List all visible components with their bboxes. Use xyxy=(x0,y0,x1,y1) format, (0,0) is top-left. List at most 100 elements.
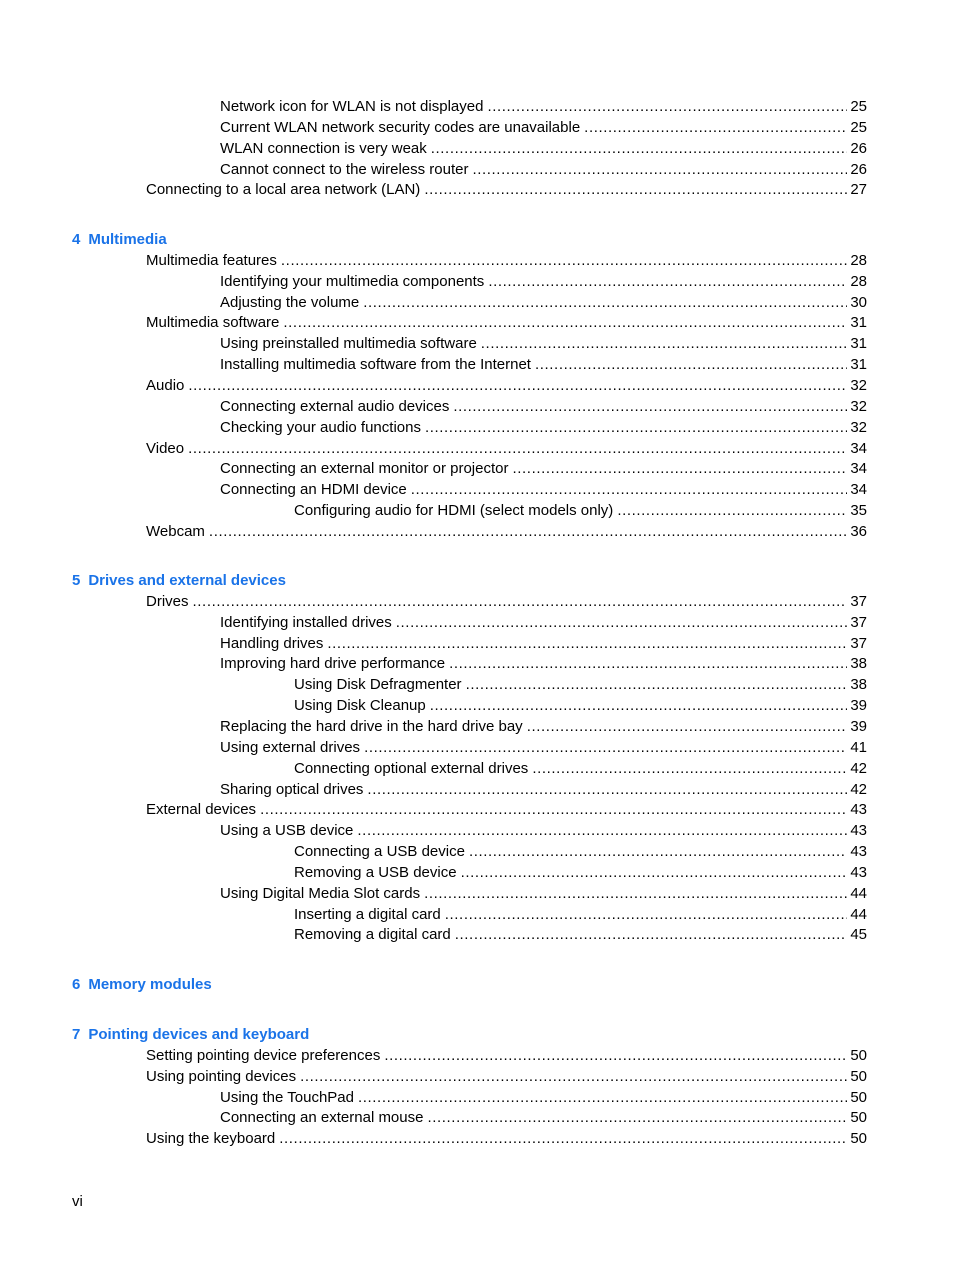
toc-entry[interactable]: Removing a USB device 43 xyxy=(294,862,867,883)
toc-entry[interactable]: Configuring audio for HDMI (select model… xyxy=(294,500,867,521)
dot-leader xyxy=(300,1066,847,1087)
chapter-heading[interactable]: 7 Pointing devices and keyboard xyxy=(72,1024,309,1045)
toc-entry[interactable]: Current WLAN network security codes are … xyxy=(220,117,867,138)
dot-leader xyxy=(209,521,847,542)
toc-entry-page: 43 xyxy=(850,863,867,881)
toc-entry[interactable]: Using Digital Media Slot cards 44 xyxy=(220,883,867,904)
toc-entry[interactable]: External devices 43 xyxy=(146,799,867,820)
toc-entry-page: 50 xyxy=(850,1046,867,1064)
toc-entry-title: Using preinstalled multimedia software xyxy=(220,335,477,353)
toc-entry-title: Removing a digital card xyxy=(294,926,451,944)
toc-entry[interactable]: Connecting a USB device 43 xyxy=(294,841,867,862)
toc-entry-page: 50 xyxy=(850,1109,867,1127)
dot-leader xyxy=(260,799,847,820)
toc-entry[interactable]: Connecting an HDMI device 34 xyxy=(220,479,867,500)
toc-entry[interactable]: Using Disk Defragmenter 38 xyxy=(294,674,867,695)
dot-leader xyxy=(384,1045,847,1066)
page-number: vi xyxy=(72,1193,83,1210)
toc-entry[interactable]: Adjusting the volume 30 xyxy=(220,292,867,313)
toc-entry[interactable]: Using preinstalled multimedia software 31 xyxy=(220,333,867,354)
toc-entry[interactable]: Handling drives 37 xyxy=(220,633,867,654)
dot-leader xyxy=(469,841,847,862)
dot-leader xyxy=(481,333,848,354)
toc-entry[interactable]: WLAN connection is very weak 26 xyxy=(220,138,867,159)
toc-entry-page: 42 xyxy=(850,759,867,777)
toc-entry[interactable]: Identifying your multimedia components 28 xyxy=(220,271,867,292)
dot-leader xyxy=(281,250,847,271)
toc-entry-page: 34 xyxy=(850,460,867,478)
toc-entry-page: 26 xyxy=(850,139,867,157)
toc-entry-title: Adjusting the volume xyxy=(220,293,360,311)
toc-entry[interactable]: Network icon for WLAN is not displayed 25 xyxy=(220,96,867,117)
chapter-heading[interactable]: 6 Memory modules xyxy=(72,974,212,995)
toc-entry[interactable]: Drives 37 xyxy=(146,591,867,612)
toc-entry[interactable]: Sharing optical drives 42 xyxy=(220,779,867,800)
toc-entry-title: Connecting an HDMI device xyxy=(220,481,407,499)
toc-entry-page: 43 xyxy=(850,843,867,861)
chapter-title: Memory modules xyxy=(88,976,212,993)
dot-leader xyxy=(327,633,847,654)
toc-entry[interactable]: Using a USB device 43 xyxy=(220,820,867,841)
chapter-number: 4 xyxy=(72,231,81,248)
chapter-title: Pointing devices and keyboard xyxy=(88,1026,310,1043)
toc-entry[interactable]: Video 34 xyxy=(146,438,867,459)
toc-entry-page: 30 xyxy=(850,293,867,311)
toc-entry-title: Using external drives xyxy=(220,738,361,756)
toc-entry-page: 37 xyxy=(850,613,867,631)
toc-entry[interactable]: Improving hard drive performance 38 xyxy=(220,653,867,674)
toc-entry-title: Using Digital Media Slot cards xyxy=(220,884,421,902)
toc-entry[interactable]: Connecting an external monitor or projec… xyxy=(220,458,867,479)
toc-entry[interactable]: Using pointing devices 50 xyxy=(146,1066,867,1087)
toc-entry[interactable]: Connecting external audio devices 32 xyxy=(220,396,867,417)
toc-entry[interactable]: Using the keyboard 50 xyxy=(146,1128,867,1149)
toc-entry-page: 26 xyxy=(850,160,867,178)
toc-entry[interactable]: Using external drives 41 xyxy=(220,737,867,758)
toc-entry-page: 27 xyxy=(850,181,867,199)
toc-entry-page: 35 xyxy=(850,502,867,520)
toc-entry-page: 36 xyxy=(850,522,867,540)
toc-entry[interactable]: Removing a digital card 45 xyxy=(294,924,867,945)
dot-leader xyxy=(358,1087,847,1108)
toc-entry-page: 50 xyxy=(850,1130,867,1148)
dot-leader xyxy=(449,653,847,674)
toc-entry-page: 42 xyxy=(850,780,867,798)
toc-entry[interactable]: Checking your audio functions 32 xyxy=(220,417,867,438)
chapter-heading[interactable]: 5 Drives and external devices xyxy=(72,570,286,591)
dot-leader xyxy=(427,1107,847,1128)
toc-entry-title: Sharing optical drives xyxy=(220,780,364,798)
toc-entry[interactable]: Multimedia features 28 xyxy=(146,250,867,271)
toc-entry-title: Inserting a digital card xyxy=(294,905,441,923)
toc-entry-title: Cannot connect to the wireless router xyxy=(220,160,469,178)
toc-entry[interactable]: Connecting an external mouse 50 xyxy=(220,1107,867,1128)
chapter-number: 6 xyxy=(72,976,81,993)
chapter-number: 7 xyxy=(72,1026,81,1043)
toc-entry-title: Multimedia features xyxy=(146,251,277,269)
toc-entry-title: Video xyxy=(146,439,185,457)
toc-entry[interactable]: Using the TouchPad 50 xyxy=(220,1087,867,1108)
toc-entry[interactable]: Multimedia software 31 xyxy=(146,312,867,333)
toc-entry[interactable]: Cannot connect to the wireless router 26 xyxy=(220,159,867,180)
toc-entry[interactable]: Installing multimedia software from the … xyxy=(220,354,867,375)
dot-leader xyxy=(617,500,847,521)
toc-entry-page: 32 xyxy=(850,418,867,436)
dot-leader xyxy=(411,479,848,500)
toc-entry[interactable]: Connecting to a local area network (LAN)… xyxy=(146,179,867,200)
chapter-heading[interactable]: 4 Multimedia xyxy=(72,229,167,250)
toc-entry-title: Connecting an external mouse xyxy=(220,1109,424,1127)
toc-entry[interactable]: Setting pointing device preferences 50 xyxy=(146,1045,867,1066)
toc-entry-page: 39 xyxy=(850,697,867,715)
dot-leader xyxy=(188,375,847,396)
toc-entry-page: 38 xyxy=(850,676,867,694)
dot-leader xyxy=(357,820,847,841)
toc-entry-title: Webcam xyxy=(146,522,205,540)
toc-entry[interactable]: Connecting optional external drives 42 xyxy=(294,758,867,779)
toc-entry-page: 44 xyxy=(850,905,867,923)
toc-entry[interactable]: Webcam 36 xyxy=(146,521,867,542)
toc-entry[interactable]: Audio 32 xyxy=(146,375,867,396)
toc-entry-title: Handling drives xyxy=(220,634,324,652)
toc-entry[interactable]: Using Disk Cleanup 39 xyxy=(294,695,867,716)
toc-entry[interactable]: Replacing the hard drive in the hard dri… xyxy=(220,716,867,737)
toc-entry[interactable]: Inserting a digital card 44 xyxy=(294,904,867,925)
toc-entry[interactable]: Identifying installed drives 37 xyxy=(220,612,867,633)
dot-leader xyxy=(193,591,848,612)
